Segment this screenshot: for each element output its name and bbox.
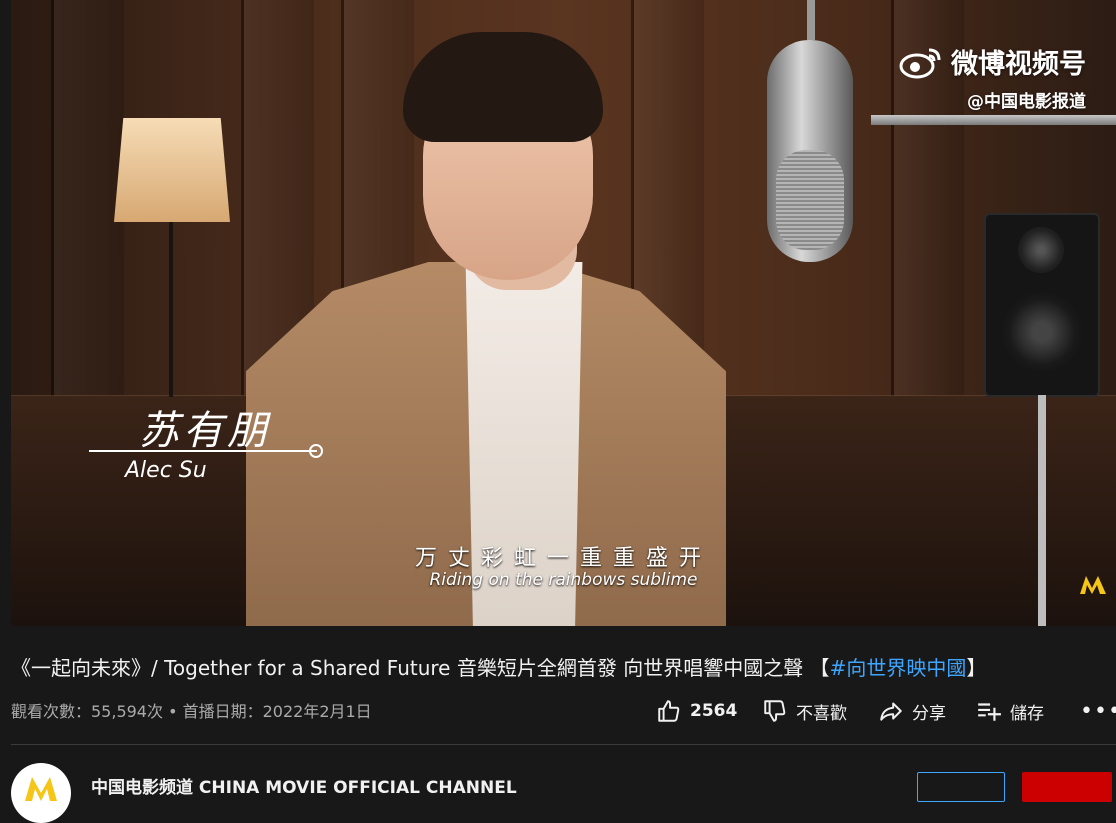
subtitle-cn: 万丈彩虹一重重盛开: [414, 546, 712, 571]
thumbs-up-icon: [658, 700, 680, 722]
weibo-watermark: 微博视频号 @中国电影报道: [899, 42, 1086, 112]
mic-arm: [871, 115, 1116, 125]
lamp-pole: [169, 222, 173, 397]
lower-third-line: [89, 450, 317, 452]
dislike-label: 不喜歡: [796, 703, 847, 724]
channel-logo-icon: [25, 777, 57, 801]
share-button[interactable]: 分享: [878, 696, 946, 726]
speaker-tweeter: [1018, 227, 1064, 273]
join-button[interactable]: [917, 772, 1005, 802]
subscribe-button[interactable]: [1022, 772, 1112, 802]
lower-third-dot: [309, 444, 323, 458]
share-label: 分享: [912, 703, 946, 724]
like-button[interactable]: 2564: [656, 696, 737, 726]
video-meta: 觀看次數：55,594次 • 首播日期：2022年2月1日: [11, 702, 372, 721]
channel-name-link[interactable]: 中国电影频道 CHINA MOVIE OFFICIAL CHANNEL: [91, 773, 517, 798]
watermark-handle: @中国电影报道: [967, 92, 1086, 112]
channel-corner-logo-icon: [1080, 576, 1106, 594]
speaker-stand: [1038, 395, 1046, 626]
share-arrow-icon: [880, 702, 902, 721]
mic-grille: [776, 150, 844, 250]
weibo-logo-icon: [899, 48, 941, 78]
studio-speaker: [986, 215, 1098, 395]
title-hashtag-link[interactable]: #向世界映中國: [830, 656, 967, 680]
thumbs-down-icon: [764, 700, 786, 722]
watermark-brand: 微博视频号: [951, 49, 1086, 80]
wall-panel: [51, 0, 124, 400]
lamp-shade: [114, 118, 230, 222]
speaker-woofer: [1000, 290, 1084, 374]
playlist-add-icon: [978, 703, 1001, 721]
channel-avatar[interactable]: [11, 763, 71, 823]
subtitle-en: Riding on the rainbows sublime: [429, 570, 698, 590]
dislike-button[interactable]: 不喜歡: [762, 696, 847, 726]
save-label: 儲存: [1010, 703, 1044, 724]
section-divider: [11, 744, 1116, 745]
singer-hair: [403, 32, 603, 142]
title-main: 《一起向未來》/ Together for a Shared Future 音樂…: [11, 656, 830, 680]
title-end: 】: [966, 656, 987, 680]
lower-third-name-cn: 苏有朋: [139, 408, 271, 454]
save-button[interactable]: 儲存: [976, 696, 1044, 726]
video-title: 《一起向未來》/ Together for a Shared Future 音樂…: [11, 652, 986, 681]
more-actions-button[interactable]: •••: [1080, 696, 1116, 726]
lower-third-name-en: Alec Su: [125, 458, 207, 483]
video-player[interactable]: 微博视频号 @中国电影报道 苏有朋 Alec Su 万丈彩虹一重重盛开 Ridi…: [11, 0, 1116, 626]
mic-rod: [807, 0, 815, 40]
like-count: 2564: [690, 701, 738, 721]
